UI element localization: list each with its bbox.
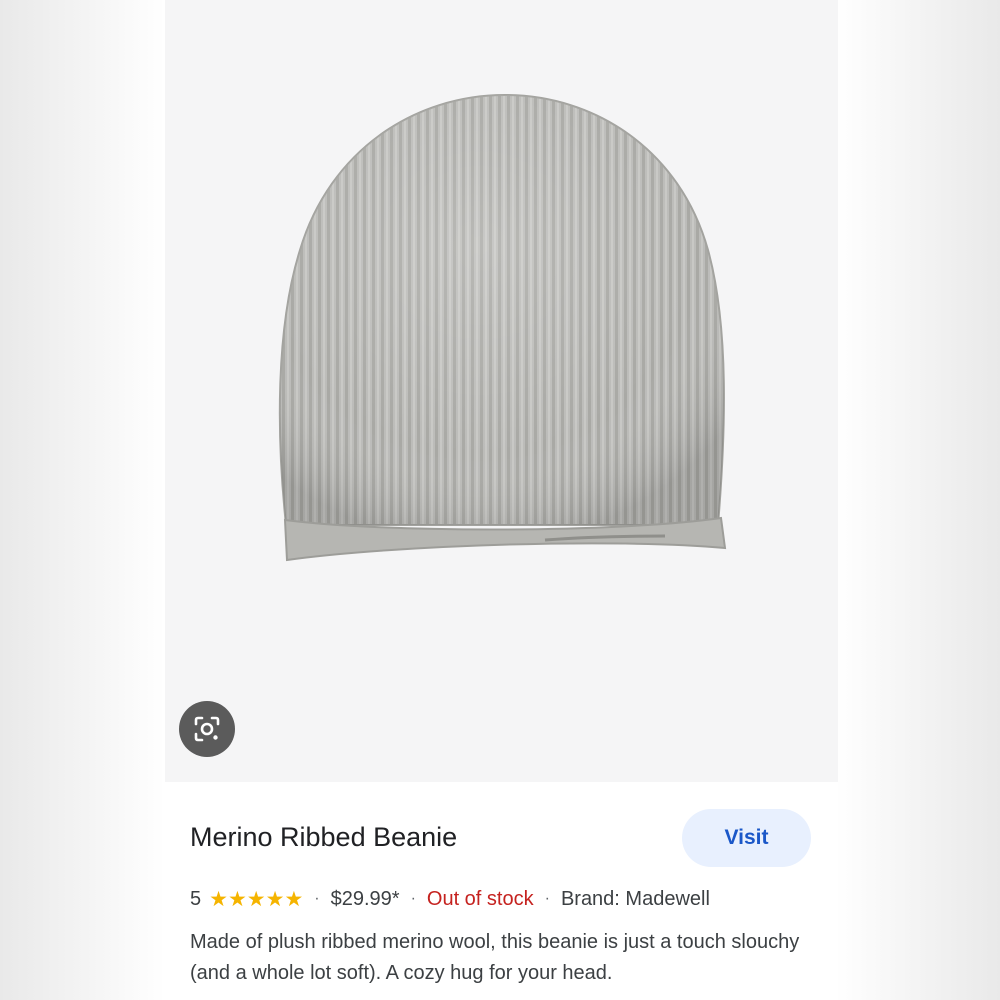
lens-search-button[interactable] (179, 701, 235, 757)
visit-button[interactable]: Visit (682, 809, 811, 867)
product-title[interactable]: Merino Ribbed Beanie (190, 822, 457, 853)
rating-value: 5 (190, 887, 202, 910)
screen: Merino Ribbed Beanie Visit 5 ★ ★ ★ ★ ★ ·… (0, 0, 1000, 1000)
product-photo[interactable] (165, 0, 838, 782)
separator-dot: · (544, 890, 550, 907)
star-icon: ★ (246, 887, 266, 911)
star-icon: ★ (265, 887, 285, 911)
stock-status: Out of stock (426, 887, 534, 910)
star-icon: ★ (284, 887, 304, 911)
product-meta-row: 5 ★ ★ ★ ★ ★ · $29.99* · Out of stock · B… (190, 886, 710, 912)
price: $29.99* (330, 887, 400, 910)
rating-stars: ★ ★ ★ ★ ★ (209, 889, 303, 910)
star-icon: ★ (227, 887, 247, 911)
separator-dot: · (410, 890, 416, 907)
separator-dot: · (314, 890, 320, 907)
lens-search-icon (194, 716, 220, 742)
star-icon: ★ (209, 887, 228, 911)
product-card: Merino Ribbed Beanie Visit 5 ★ ★ ★ ★ ★ ·… (165, 0, 838, 1000)
product-image-area[interactable] (165, 0, 838, 782)
product-description: Made of plush ribbed merino wool, this b… (190, 931, 800, 984)
brand: Brand: Madewell (560, 887, 710, 910)
